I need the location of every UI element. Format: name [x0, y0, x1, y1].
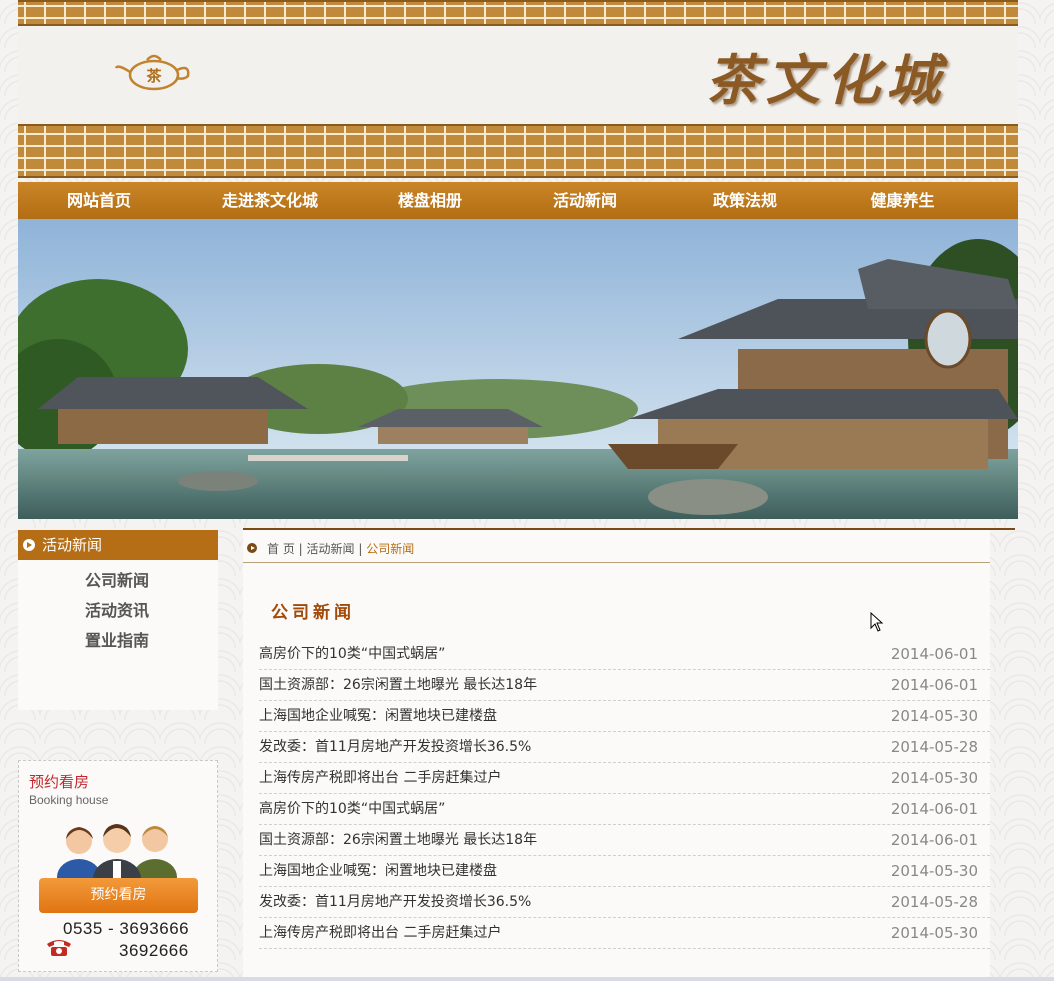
nav-item-home[interactable]: 网站首页	[18, 182, 180, 219]
page: 茶 茶文化城 网站首页 走进茶文化城 楼盘相册 活动新闻 政策法规 健康养生 活…	[18, 0, 1018, 981]
telephone-icon	[47, 940, 71, 956]
booking-button[interactable]: 预约看房	[39, 878, 198, 913]
list-item: 发改委：首11月房地产开发投资增长36.5% 2014-05-28	[259, 887, 990, 918]
banner-image	[18, 219, 1018, 519]
arrow-bullet-icon	[23, 539, 35, 551]
nav-item-about[interactable]: 走进茶文化城	[180, 182, 360, 219]
news-title-link[interactable]: 上海传房产税即将出台 二手房赶集过户	[259, 763, 501, 794]
divider	[243, 562, 990, 563]
news-title-link[interactable]: 高房价下的10类“中国式蜗居”	[259, 639, 445, 670]
news-title-link[interactable]: 高房价下的10类“中国式蜗居”	[259, 794, 445, 825]
news-date: 2014-06-01	[890, 800, 978, 818]
booking-box: 预约看房 Booking house 预约看房 0535 - 3693666 3…	[18, 760, 218, 972]
page-title: 公司新闻	[271, 603, 355, 623]
teapot-logo-icon[interactable]: 茶	[114, 50, 194, 92]
list-item: 国土资源部：26宗闲置土地曝光 最长达18年 2014-06-01	[259, 670, 990, 701]
nav-item-policy[interactable]: 政策法规	[670, 182, 820, 219]
fret-border-bottom	[18, 124, 1018, 178]
news-title-link[interactable]: 发改委：首11月房地产开发投资增长36.5%	[259, 732, 531, 763]
sidebar-item-company-news[interactable]: 公司新闻	[16, 566, 218, 596]
sidebar-item-purchase-guide[interactable]: 置业指南	[16, 626, 218, 656]
news-list: 高房价下的10类“中国式蜗居” 2014-06-01 国土资源部：26宗闲置土地曝…	[259, 639, 990, 949]
phone-number-2: 3692666	[119, 941, 189, 960]
sidebar-item-activity-info[interactable]: 活动资讯	[16, 596, 218, 626]
sidebar-heading: 活动新闻	[18, 530, 218, 560]
fret-border-top	[18, 0, 1018, 26]
breadcrumb: 首 页 | 活动新闻 | 公司新闻	[243, 540, 414, 557]
news-title-link[interactable]: 上海国地企业喊冤：闲置地块已建楼盘	[259, 856, 497, 887]
booking-subtitle: Booking house	[29, 793, 109, 807]
list-item: 上海国地企业喊冤：闲置地块已建楼盘 2014-05-30	[259, 701, 990, 732]
main-content: 首 页 | 活动新闻 | 公司新闻 公司新闻 高房价下的10类“中国式蜗居” 20…	[243, 528, 1015, 981]
sidebar-heading-label: 活动新闻	[42, 536, 103, 554]
list-item: 高房价下的10类“中国式蜗居” 2014-06-01	[259, 639, 990, 670]
breadcrumb-section[interactable]: 活动新闻	[307, 542, 355, 556]
mouse-cursor-icon	[870, 612, 884, 632]
news-date: 2014-05-30	[890, 924, 978, 942]
news-date: 2014-06-01	[890, 831, 978, 849]
arrow-bullet-icon	[247, 543, 257, 553]
news-date: 2014-05-30	[890, 862, 978, 880]
news-date: 2014-05-28	[890, 738, 978, 756]
breadcrumb-home[interactable]: 首 页	[267, 542, 295, 556]
nav-item-health[interactable]: 健康养生	[820, 182, 985, 219]
breadcrumb-current: 公司新闻	[366, 542, 415, 556]
list-item: 上海传房产税即将出台 二手房赶集过户 2014-05-30	[259, 918, 990, 949]
breadcrumb-separator: |	[294, 542, 307, 556]
divider	[243, 528, 1015, 530]
sidebar-menu: 公司新闻 活动资讯 置业指南	[18, 560, 218, 710]
news-title-link[interactable]: 国土资源部：26宗闲置土地曝光 最长达18年	[259, 825, 537, 856]
site-title: 茶文化城	[706, 48, 946, 112]
news-date: 2014-05-30	[890, 707, 978, 725]
list-item: 上海国地企业喊冤：闲置地块已建楼盘 2014-05-30	[259, 856, 990, 887]
booking-title: 预约看房	[29, 773, 90, 791]
nav-item-news[interactable]: 活动新闻	[500, 182, 670, 219]
news-title-link[interactable]: 上海国地企业喊冤：闲置地块已建楼盘	[259, 701, 497, 732]
phone-number-1: 0535 - 3693666	[63, 919, 190, 938]
news-title-link[interactable]: 发改委：首11月房地产开发投资增长36.5%	[259, 887, 531, 918]
svg-text:茶: 茶	[146, 67, 162, 85]
news-date: 2014-05-28	[890, 893, 978, 911]
news-title-link[interactable]: 上海传房产税即将出台 二手房赶集过户	[259, 918, 501, 949]
news-title-link[interactable]: 国土资源部：26宗闲置土地曝光 最长达18年	[259, 670, 537, 701]
list-item: 国土资源部：26宗闲置土地曝光 最长达18年 2014-06-01	[259, 825, 990, 856]
news-date: 2014-05-30	[890, 769, 978, 787]
main-nav: 网站首页 走进茶文化城 楼盘相册 活动新闻 政策法规 健康养生	[18, 182, 1018, 219]
people-icon	[57, 824, 177, 881]
site-header: 茶 茶文化城	[18, 0, 1018, 178]
breadcrumb-separator: |	[354, 542, 367, 556]
list-item: 发改委：首11月房地产开发投资增长36.5% 2014-05-28	[259, 732, 990, 763]
list-item: 上海传房产税即将出台 二手房赶集过户 2014-05-30	[259, 763, 990, 794]
nav-item-album[interactable]: 楼盘相册	[360, 182, 500, 219]
news-date: 2014-06-01	[890, 676, 978, 694]
news-date: 2014-06-01	[890, 645, 978, 663]
window-bottom-edge	[0, 977, 1054, 981]
list-item: 高房价下的10类“中国式蜗居” 2014-06-01	[259, 794, 990, 825]
